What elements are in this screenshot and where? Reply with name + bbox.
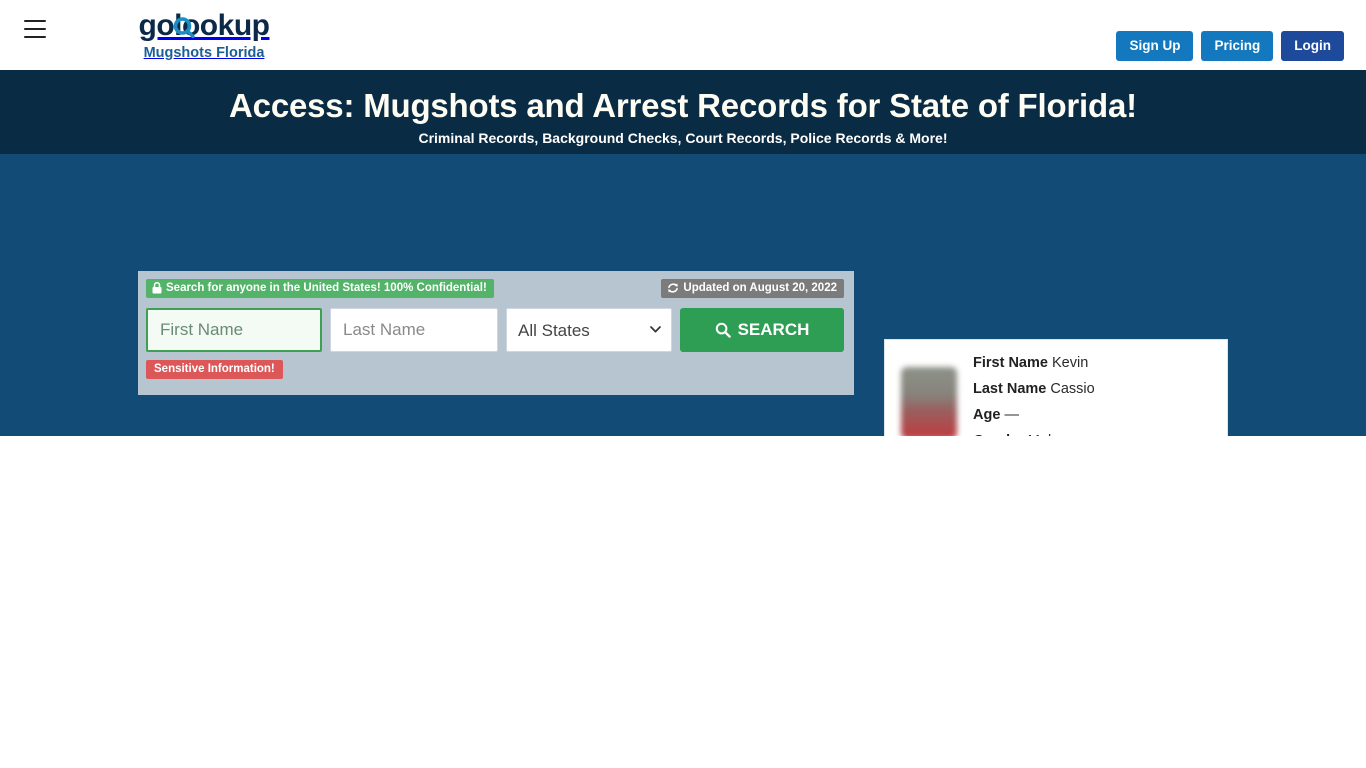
person-field-age: Age — — [973, 403, 1095, 429]
header-action-buttons: Sign Up Pricing Login — [1116, 31, 1344, 61]
search-button-label: SEARCH — [737, 320, 810, 339]
confidential-badge-text: Search for anyone in the United States! … — [166, 282, 487, 294]
person-field-first-name: First Name Kevin — [973, 351, 1095, 377]
hero-banner: Access: Mugshots and Arrest Records for … — [0, 70, 1366, 154]
confidential-badge: Search for anyone in the United States! … — [146, 279, 494, 298]
person-field-last-name: Last Name Cassio — [973, 377, 1095, 403]
field-value: — — [1004, 407, 1019, 423]
hero-title: Access: Mugshots and Arrest Records for … — [229, 87, 1137, 124]
first-name-input[interactable] — [146, 308, 322, 352]
state-select-wrapper: All States — [506, 308, 672, 352]
login-button[interactable]: Login — [1281, 31, 1344, 61]
sensitive-information-badge: Sensitive Information! — [146, 360, 283, 379]
search-form: All States SEARCH — [146, 308, 844, 352]
hamburger-bar — [24, 20, 46, 22]
state-select[interactable]: All States — [506, 308, 672, 352]
lock-icon — [152, 282, 162, 294]
hamburger-bar — [24, 36, 46, 38]
updated-badge-text: Updated on August 20, 2022 — [683, 282, 837, 294]
mugshot-avatar — [901, 367, 957, 439]
hamburger-menu-icon[interactable] — [24, 20, 46, 38]
field-value: Kevin — [1051, 355, 1089, 372]
search-button[interactable]: SEARCH — [680, 308, 844, 352]
search-section: Search for anyone in the United States! … — [0, 154, 1366, 541]
logo-subtitle: Mugshots Florida — [143, 45, 265, 61]
field-label: First Name — [973, 355, 1048, 372]
hamburger-bar — [24, 28, 46, 30]
field-value: Cassio — [1050, 381, 1095, 398]
sign-up-button[interactable]: Sign Up — [1116, 31, 1194, 61]
search-panel: Search for anyone in the United States! … — [138, 271, 854, 395]
main-content: › Mugshots › Florida Arrest Record Stati… — [0, 436, 1366, 768]
logo-wordmark: golookup — [138, 9, 270, 42]
site-logo[interactable]: golookup Mugshots Florida — [138, 11, 270, 61]
last-name-input[interactable] — [330, 308, 498, 352]
top-navigation-bar: golookup Mugshots Florida Sign Up Pricin… — [0, 0, 1366, 70]
field-label: Last Name — [973, 381, 1047, 398]
pricing-button[interactable]: Pricing — [1201, 31, 1274, 61]
magnifier-icon — [715, 322, 731, 338]
field-label: Age — [973, 407, 1001, 423]
search-panel-badges: Search for anyone in the United States! … — [146, 279, 844, 299]
refresh-icon — [668, 283, 679, 293]
hero-subtitle: Criminal Records, Background Checks, Cou… — [418, 129, 948, 146]
updated-badge: Updated on August 20, 2022 — [661, 279, 844, 298]
